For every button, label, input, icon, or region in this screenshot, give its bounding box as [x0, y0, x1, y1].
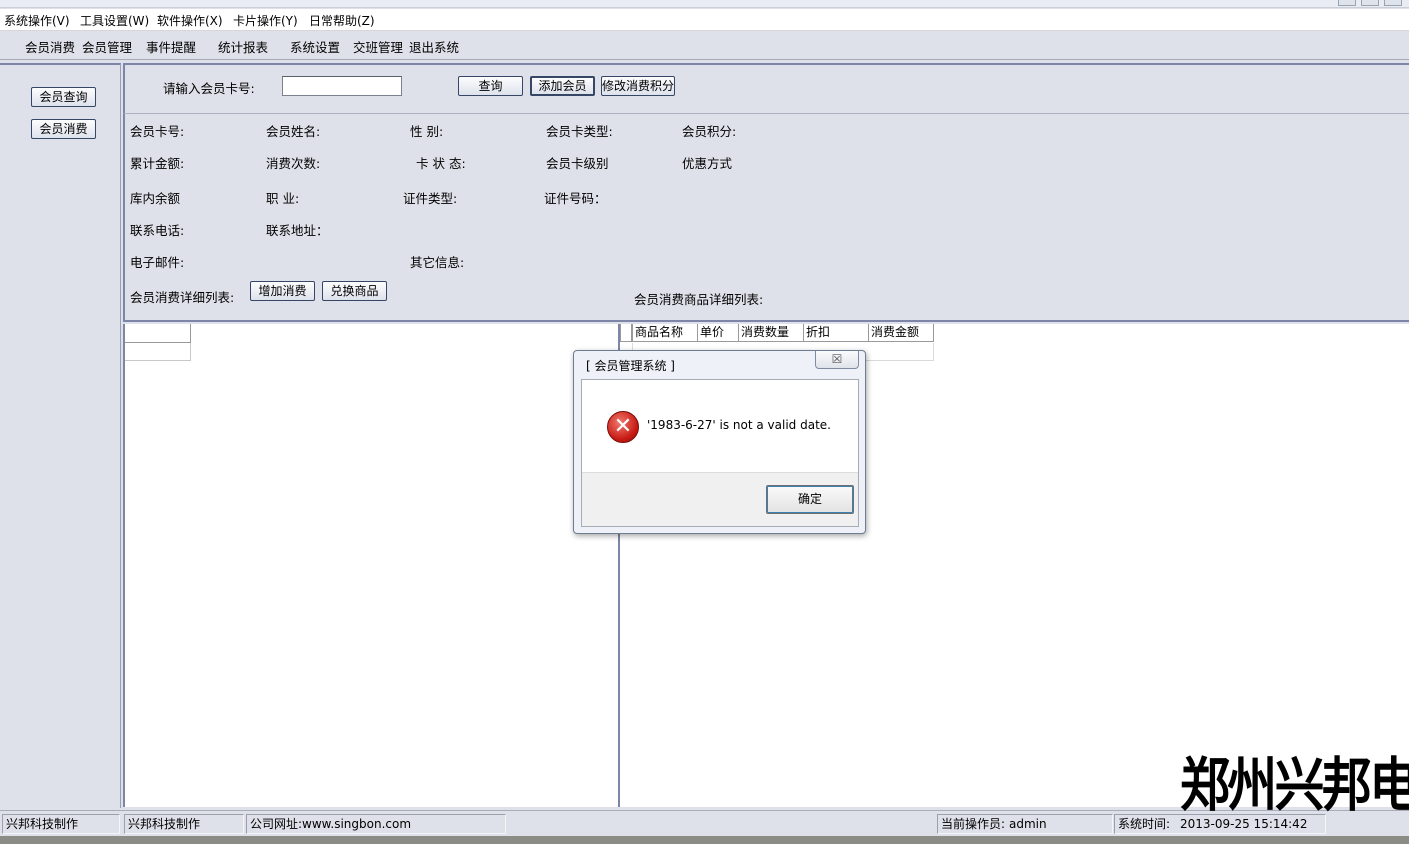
query-button[interactable]: 查询: [458, 76, 523, 96]
discount-label: 优惠方式: [682, 156, 733, 171]
watermark-logo: 郑州兴邦电子: [1180, 751, 1409, 819]
email-label: 电子邮件:: [130, 255, 185, 270]
consume-count-label: 消费次数:: [266, 156, 321, 171]
status-time-label: 系统时间:: [1114, 814, 1178, 834]
card-no-label: 会员卡号:: [130, 124, 185, 139]
toolbar-reports[interactable]: 统计报表: [218, 37, 268, 56]
maximize-icon[interactable]: [1361, 0, 1379, 6]
error-dialog: [ 会员管理系统 ] ☒ ✕ '1983-6-27' is not a vali…: [573, 350, 866, 534]
col-amount[interactable]: 消费金额: [868, 324, 934, 342]
exchange-goods-button[interactable]: 兑换商品: [322, 281, 387, 301]
job-label: 职 业:: [266, 191, 300, 206]
status-operator: admin: [1005, 814, 1113, 834]
ok-button[interactable]: 确定: [766, 485, 854, 514]
toolbar-settings[interactable]: 系统设置: [290, 37, 340, 56]
error-icon: ✕: [607, 411, 639, 443]
menu-tools[interactable]: 工具设置(W): [80, 12, 149, 29]
status-operator-label: 当前操作员:: [937, 814, 1007, 834]
points-label: 会员积分:: [682, 124, 737, 139]
dialog-body: ✕ '1983-6-27' is not a valid date. 确定: [581, 379, 859, 527]
minimize-icon[interactable]: [1338, 0, 1356, 6]
toolbar-exit[interactable]: 退出系统: [409, 37, 459, 56]
dialog-title: [ 会员管理系统 ]: [586, 359, 675, 373]
card-number-input[interactable]: [282, 76, 402, 96]
add-member-button[interactable]: 添加会员: [530, 76, 595, 96]
col-quantity[interactable]: 消费数量: [738, 324, 804, 342]
error-message: '1983-6-27' is not a valid date.: [647, 418, 831, 432]
address-label: 联系地址：: [266, 223, 329, 238]
phone-label: 联系电话:: [130, 223, 185, 238]
menu-bar: 系统操作(V) 工具设置(W) 软件操作(X) 卡片操作(Y) 日常帮助(Z): [0, 9, 1409, 31]
consume-detail-grid[interactable]: [123, 324, 620, 807]
gender-label: 性 别:: [410, 124, 444, 139]
balance-label: 库内余额: [130, 191, 181, 206]
toolbar-member-consume[interactable]: 会员消费: [25, 37, 75, 56]
menu-software[interactable]: 软件操作(X): [157, 12, 223, 29]
card-number-label: 请输入会员卡号:: [163, 81, 255, 96]
member-consume-button[interactable]: 会员消费: [31, 119, 96, 139]
card-level-label: 会员卡级别: [546, 156, 609, 171]
card-type-label: 会员卡类型:: [546, 124, 613, 139]
grid-header-cell: [125, 324, 191, 343]
toolbar-member-manage[interactable]: 会员管理: [82, 37, 132, 56]
desktop-strip: [0, 836, 1409, 844]
member-query-button[interactable]: 会员查询: [31, 87, 96, 107]
window-titlebar: [0, 0, 1409, 8]
dialog-footer: 确定: [582, 472, 858, 526]
col-unit-price[interactable]: 单价: [697, 324, 739, 342]
id-number-label: 证件号码：: [544, 191, 607, 206]
toolbar-shift[interactable]: 交班管理: [353, 37, 403, 56]
col-discount[interactable]: 折扣: [803, 324, 869, 342]
menu-card[interactable]: 卡片操作(Y): [233, 12, 298, 29]
menu-system[interactable]: 系统操作(V): [4, 12, 70, 29]
close-icon: ☒: [831, 352, 843, 366]
status-cell-maker: 兴邦科技制作: [2, 814, 120, 834]
status-cell-maker-2: 兴邦科技制作: [124, 814, 244, 834]
other-info-label: 其它信息:: [410, 255, 465, 270]
member-info-panel: [123, 114, 1409, 322]
menu-help[interactable]: 日常帮助(Z): [309, 12, 375, 29]
grid-empty-row[interactable]: [125, 343, 191, 361]
toolbar: 会员消费 会员管理 事件提醒 统计报表 系统设置 交班管理 退出系统: [0, 32, 1409, 60]
name-label: 会员姓名:: [266, 124, 321, 139]
col-goods-name[interactable]: 商品名称: [632, 324, 698, 342]
toolbar-event-reminder[interactable]: 事件提醒: [146, 37, 196, 56]
sidebar: 会员查询 会员消费: [0, 63, 121, 808]
add-consume-button[interactable]: 增加消费: [250, 281, 315, 301]
modify-points-button[interactable]: 修改消费积分: [601, 76, 675, 96]
close-window-icon[interactable]: [1384, 0, 1402, 6]
row-indicator-cell: [620, 324, 632, 342]
goods-detail-label: 会员消费商品详细列表:: [634, 292, 764, 307]
card-status-label: 卡 状 态:: [416, 156, 466, 171]
status-website: 公司网址:www.singbon.com: [246, 814, 506, 834]
dialog-close-button[interactable]: ☒: [815, 351, 859, 369]
total-amount-label: 累计金额:: [130, 156, 185, 171]
id-type-label: 证件类型:: [403, 191, 458, 206]
consume-detail-label: 会员消费详细列表:: [130, 290, 235, 305]
